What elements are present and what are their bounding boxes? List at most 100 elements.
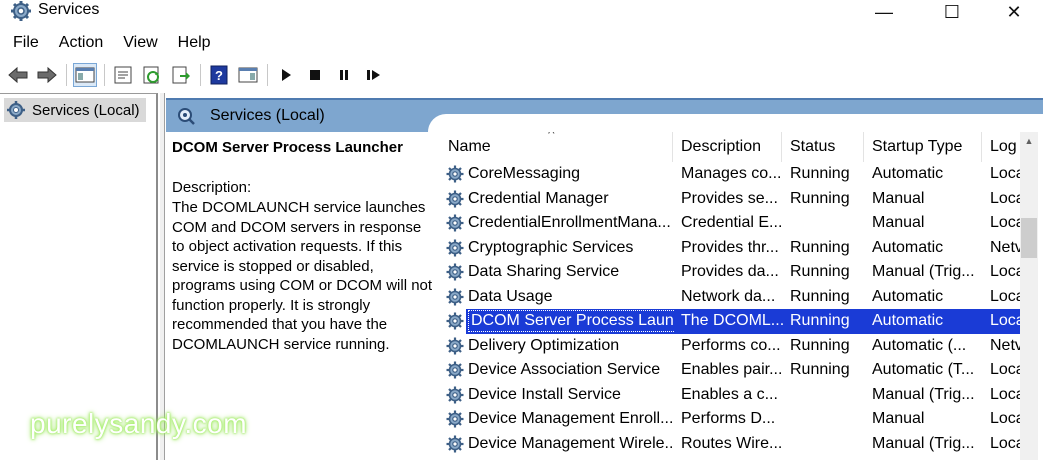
service-name: Device Management Wirele... [468,434,674,452]
column-header-startup-type[interactable]: Startup Type [864,132,982,162]
show-action-pane-button[interactable] [236,63,260,87]
pause-service-icon [340,70,348,80]
services-magnifier-icon [178,108,195,125]
service-log-on-as: Netv [990,336,1020,354]
service-startup-type: Automatic [872,165,944,182]
refresh-icon [143,66,159,84]
service-startup-type: Manual (Trig... [872,263,975,280]
sort-ascending-icon: ^ [548,132,555,141]
service-startup-type: Automatic [872,238,944,256]
properties-icon [114,66,132,84]
back-arrow-icon [8,66,28,84]
service-name-cell: Device Association Service [446,358,674,383]
service-name: CoreMessaging [468,165,581,182]
service-gear-icon [446,361,464,379]
column-header-status[interactable]: Status [782,132,864,162]
show-action-pane-icon [238,67,258,83]
scrollbar-thumb[interactable] [1021,218,1037,258]
service-name: Device Install Service [468,385,621,403]
service-row[interactable]: CredentialEnrollmentMana... Credential E.… [440,211,1020,236]
start-service-button[interactable] [274,63,298,87]
service-row[interactable]: Device Install Service Enables a c... Manu… [440,383,1020,408]
toolbar-separator [267,64,268,86]
service-row[interactable]: Data Usage Network da... Running Automatic L… [440,285,1020,310]
service-startup-type: Manual (Trig... [872,385,975,403]
service-gear-icon [446,190,464,208]
service-row[interactable]: Device Management Enroll... Performs D...… [440,407,1020,432]
console-tree: Services (Local) [0,93,158,460]
minimize-icon: — [875,1,893,22]
services-gear-icon [7,101,25,119]
forward-button[interactable] [35,63,59,87]
service-log-on-as: Loca [990,385,1020,403]
service-name-cell: Device Management Wirele... [446,432,674,457]
service-description: The DCOML... [681,312,785,329]
service-description: Performs D... [681,410,776,427]
export-list-button[interactable] [169,63,193,87]
service-status: Running [790,165,850,182]
service-log-on-as: Loca [990,312,1020,329]
minimize-button[interactable]: — [856,0,912,24]
service-gear-icon [446,288,464,306]
service-gear-icon [446,386,464,404]
description-label: Description: [172,179,252,196]
pane-splitter[interactable] [160,93,165,460]
service-row[interactable]: Device Management Wirele... Routes Wire..… [440,432,1020,457]
service-name: Cryptographic Services [468,238,634,256]
service-status [790,211,868,236]
maximize-icon: ☐ [943,1,961,22]
service-description: Credential E... [681,214,783,231]
show-hide-console-tree-button[interactable] [73,63,97,87]
service-gear-icon [446,239,464,257]
toolbar: ? [0,60,1043,90]
scroll-up-arrow-icon[interactable]: ▲ [1020,132,1038,150]
column-header-name[interactable]: Name ^ [440,132,673,162]
menu-view[interactable]: View [116,30,164,56]
menu-help[interactable]: Help [171,30,218,56]
service-row[interactable]: Device Association Service Enables pair..… [440,358,1020,383]
service-row[interactable]: Credential Manager Provides se... Running M… [440,187,1020,212]
column-header-log-on-as[interactable]: Log [982,132,1020,162]
menu-action[interactable]: Action [52,30,110,56]
service-description: Manages co... [681,165,782,182]
service-row[interactable]: Delivery Optimization Performs co... Runni… [440,334,1020,359]
service-description: Provides thr... [681,238,779,256]
service-status: Running [790,336,850,354]
maximize-button[interactable]: ☐ [924,0,980,24]
refresh-button[interactable] [140,63,164,87]
service-log-on-as: Loca [990,165,1020,182]
start-service-icon [282,69,291,81]
menu-file[interactable]: File [6,30,46,56]
stop-service-button[interactable] [303,63,327,87]
column-header-description[interactable]: Description [673,132,782,162]
service-name-cell: Data Usage [446,285,674,310]
service-name-cell: Cryptographic Services [446,236,674,261]
service-name: Delivery Optimization [468,336,620,354]
service-startup-type: Manual (Trig... [872,434,975,452]
service-log-on-as: Loca [990,410,1020,427]
back-button[interactable] [6,63,30,87]
forward-arrow-icon [37,66,57,84]
service-log-on-as: Loca [990,287,1020,305]
restart-service-button[interactable] [361,63,385,87]
close-button[interactable]: ✕ [986,0,1042,24]
header-curve-decoration [428,114,1043,134]
service-row[interactable]: DCOM Server Process Laun... The DCOML... R… [440,309,1020,334]
pause-service-button[interactable] [332,63,356,87]
tree-item-services-local[interactable]: Services (Local) [4,98,146,122]
vertical-scrollbar[interactable]: ▲ [1020,132,1038,460]
service-description: Enables pair... [681,361,783,378]
service-log-on-as: Loca [990,263,1020,280]
service-row[interactable]: CoreMessaging Manages co... Running Automat… [440,162,1020,187]
service-startup-type: Automatic [872,312,944,329]
service-name: CredentialEnrollmentMana... [468,214,671,231]
description-text: The DCOMLAUNCH service launches COM and … [172,199,433,353]
service-log-on-as: Loca [990,189,1020,207]
service-row[interactable]: Cryptographic Services Provides thr... Run… [440,236,1020,261]
help-button[interactable]: ? [207,63,231,87]
properties-button[interactable] [111,63,135,87]
service-row[interactable]: Data Sharing Service Provides da... Runnin… [440,260,1020,285]
service-status [790,383,868,408]
service-status: Running [790,263,850,280]
restart-service-icon [367,70,380,80]
